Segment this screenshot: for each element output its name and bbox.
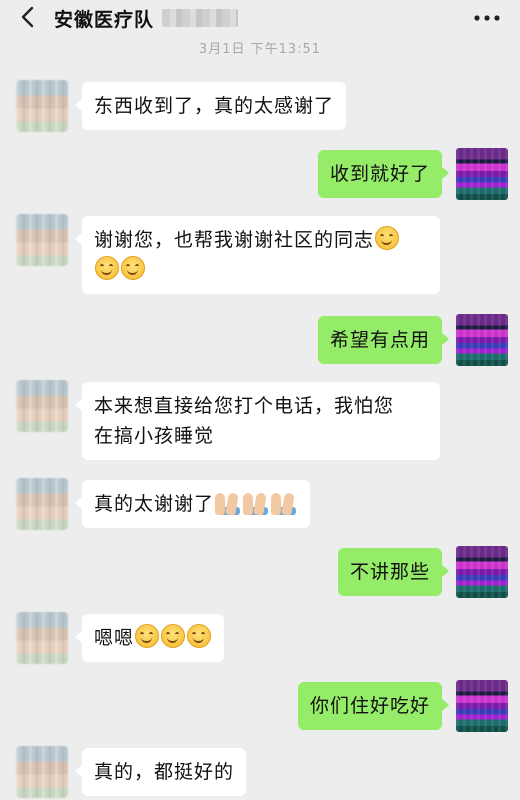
my-avatar[interactable] <box>456 680 508 732</box>
message-bubble[interactable]: 东西收到了，真的太感谢了 <box>74 82 347 130</box>
contact-avatar[interactable] <box>16 380 68 432</box>
chat-header: 安徽医疗队 <box>0 0 520 36</box>
more-dots-icon <box>474 15 500 21</box>
smile-emoji-icon <box>187 624 212 648</box>
back-button[interactable] <box>14 4 40 30</box>
chevron-left-icon <box>21 6 34 28</box>
smile-emoji-icon <box>375 226 400 250</box>
contact-avatar[interactable] <box>16 80 68 132</box>
my-avatar[interactable] <box>456 546 508 598</box>
message-timestamp: 3月1日 下午13:51 <box>198 42 322 57</box>
contact-avatar[interactable] <box>16 214 68 266</box>
message-bubble[interactable]: 希望有点用 <box>317 316 450 364</box>
message-bubble[interactable]: 真的，都挺好的 <box>74 748 247 796</box>
message-text: 谢谢您，也帮我谢谢社区的同志 <box>94 229 375 251</box>
my-avatar[interactable] <box>456 148 508 200</box>
message-text: 真的，都挺好的 <box>94 761 235 783</box>
message-text: 希望有点用 <box>329 329 430 351</box>
smile-emoji-icon <box>161 624 186 648</box>
smile-emoji-icon <box>135 624 160 648</box>
message-text: 收到就好了 <box>329 163 430 185</box>
message-bubble[interactable]: 不讲那些 <box>337 548 450 596</box>
smile-emoji-icon <box>95 256 119 280</box>
contact-avatar[interactable] <box>16 612 68 664</box>
title-redaction <box>162 9 238 27</box>
message-bubble[interactable]: 收到就好了 <box>317 150 450 198</box>
message-bubble[interactable]: 本来想直接给您打个电话，我怕您 在搞小孩睡觉 <box>75 382 440 460</box>
my-avatar[interactable] <box>456 314 508 366</box>
more-button[interactable] <box>472 6 502 30</box>
smile-emoji-icon <box>121 256 145 280</box>
chat-title: 安徽医疗队 <box>54 9 155 31</box>
message-text-line1: 本来想直接给您打个电话，我怕您 <box>94 395 395 417</box>
pray-emoji-icon <box>271 491 297 516</box>
message-text: 嗯嗯 <box>94 627 135 649</box>
contact-avatar[interactable] <box>16 746 68 798</box>
message-text: 真的太谢谢了 <box>94 493 215 515</box>
message-bubble[interactable]: 你们住好吃好 <box>297 682 450 730</box>
message-bubble[interactable]: 嗯嗯 <box>74 614 225 662</box>
message-text-line2: 在搞小孩睡觉 <box>94 425 215 447</box>
message-text: 不讲那些 <box>349 561 430 583</box>
message-text: 东西收到了，真的太感谢了 <box>94 95 335 117</box>
contact-avatar[interactable] <box>16 478 68 530</box>
message-bubble[interactable]: 谢谢您，也帮我谢谢社区的同志 <box>75 216 440 294</box>
message-text: 你们住好吃好 <box>309 695 430 717</box>
pray-emoji-icon <box>243 491 269 516</box>
message-bubble[interactable]: 真的太谢谢了 <box>74 480 311 528</box>
pray-emoji-icon <box>215 491 241 516</box>
